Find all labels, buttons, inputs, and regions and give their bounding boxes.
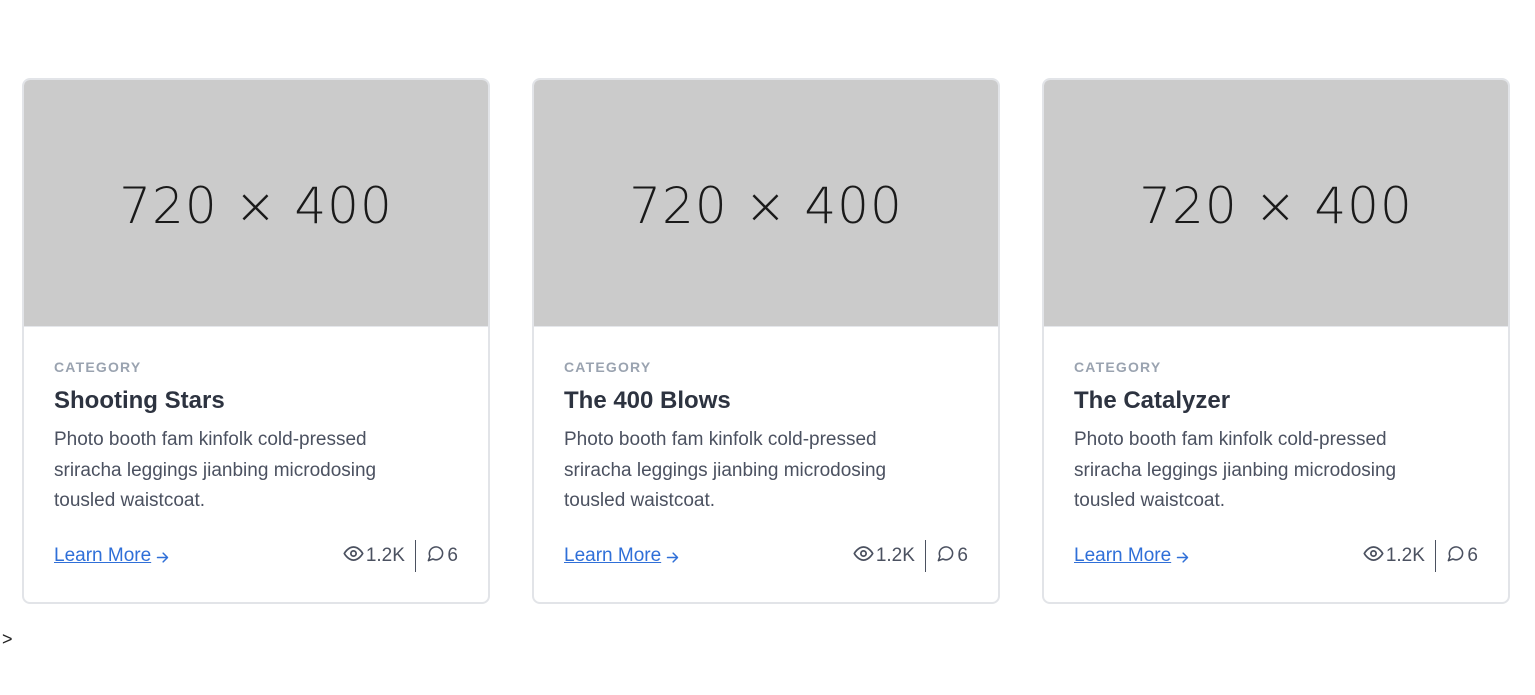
comments-stat: 6 — [426, 544, 458, 569]
card-title: Shooting Stars — [54, 387, 225, 414]
arrow-right-icon — [155, 550, 170, 565]
card-image-placeholder: 720 × 400 — [534, 80, 998, 327]
card-footer: Learn More 1.2K 6 — [564, 540, 968, 572]
card-footer: Learn More 1.2K 6 — [54, 540, 458, 572]
image-placeholder-label: 720 × 400 — [629, 177, 903, 235]
learn-more-label: Learn More — [54, 545, 152, 566]
comments-count: 6 — [447, 545, 458, 566]
views-count: 1.2K — [1385, 545, 1425, 566]
card-description: Photo booth fam kinfolk cold-pressed sri… — [54, 429, 377, 511]
card-description: Photo booth fam kinfolk cold-pressed sri… — [564, 429, 887, 511]
card-category: CATEGORY — [1074, 359, 1162, 375]
eye-icon — [1363, 543, 1386, 570]
stats-divider — [924, 540, 927, 572]
image-placeholder-label: 720 × 400 — [1139, 177, 1413, 235]
comments-count: 6 — [1467, 545, 1478, 566]
comments-stat: 6 — [1446, 544, 1478, 569]
card-stats: 1.2K 6 — [1363, 540, 1478, 572]
views-stat: 1.2K — [1363, 543, 1425, 570]
card-title: The Catalyzer — [1074, 387, 1231, 414]
card-body: CATEGORY The Catalyzer Photo booth fam k… — [1044, 327, 1508, 517]
views-stat: 1.2K — [343, 543, 405, 570]
card-grid: 720 × 400 CATEGORY Shooting Stars Photo … — [22, 78, 1510, 604]
card-category: CATEGORY — [564, 359, 652, 375]
card-image-placeholder: 720 × 400 — [24, 80, 488, 327]
views-count: 1.2K — [365, 545, 405, 566]
eye-icon — [343, 543, 366, 570]
blog-card: 720 × 400 CATEGORY Shooting Stars Photo … — [22, 78, 490, 604]
comments-count: 6 — [957, 545, 968, 566]
eye-icon — [853, 543, 876, 570]
stray-text: > — [2, 629, 13, 649]
learn-more-link[interactable]: Learn More — [1074, 545, 1190, 567]
views-stat: 1.2K — [853, 543, 915, 570]
image-placeholder-label: 720 × 400 — [119, 177, 393, 235]
arrow-right-icon — [665, 550, 680, 565]
stats-divider — [1434, 540, 1437, 572]
chat-bubble-icon — [1446, 544, 1467, 569]
card-description: Photo booth fam kinfolk cold-pressed sri… — [1074, 429, 1397, 511]
chat-bubble-icon — [936, 544, 957, 569]
learn-more-link[interactable]: Learn More — [564, 545, 680, 567]
learn-more-label: Learn More — [1074, 545, 1172, 566]
learn-more-label: Learn More — [564, 545, 662, 566]
card-stats: 1.2K 6 — [853, 540, 968, 572]
card-stats: 1.2K 6 — [343, 540, 458, 572]
blog-card: 720 × 400 CATEGORY The Catalyzer Photo b… — [1042, 78, 1510, 604]
card-image-placeholder: 720 × 400 — [1044, 80, 1508, 327]
card-category: CATEGORY — [54, 359, 142, 375]
card-footer: Learn More 1.2K 6 — [1074, 540, 1478, 572]
arrow-right-icon — [1175, 550, 1190, 565]
comments-stat: 6 — [936, 544, 968, 569]
views-count: 1.2K — [875, 545, 915, 566]
blog-card: 720 × 400 CATEGORY The 400 Blows Photo b… — [532, 78, 1000, 604]
card-body: CATEGORY The 400 Blows Photo booth fam k… — [534, 327, 998, 517]
learn-more-link[interactable]: Learn More — [54, 545, 170, 567]
card-body: CATEGORY Shooting Stars Photo booth fam … — [24, 327, 488, 517]
card-title: The 400 Blows — [564, 387, 731, 414]
chat-bubble-icon — [426, 544, 447, 569]
stats-divider — [414, 540, 417, 572]
